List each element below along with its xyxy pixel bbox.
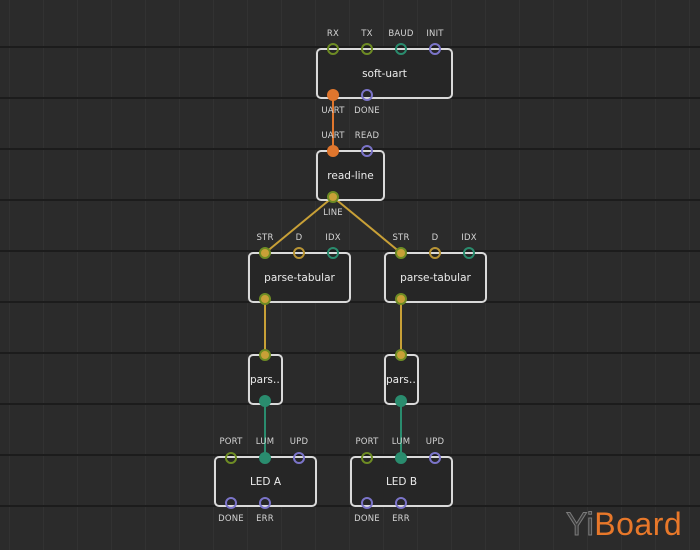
node-label: parse-tabular — [400, 271, 471, 284]
pin-label-str: STR — [392, 233, 410, 243]
pin-baud[interactable] — [395, 43, 407, 55]
link-line-to-parse-tabular-a[interactable] — [264, 196, 334, 254]
pin-rx[interactable] — [327, 43, 339, 55]
pin-label-d: D — [295, 233, 303, 243]
link-line-to-parse-tabular-b[interactable] — [332, 196, 402, 254]
node-label: soft-uart — [362, 67, 407, 80]
pin-done-out[interactable] — [361, 89, 373, 101]
pin-label-rx: RX — [326, 29, 340, 39]
node-read-line[interactable]: read-line — [316, 150, 385, 201]
pin-read[interactable] — [361, 145, 373, 157]
pin-line-out[interactable] — [327, 191, 339, 203]
pin-out[interactable] — [395, 293, 407, 305]
pin-label-err: ERR — [256, 514, 274, 524]
pin-label-err: ERR — [392, 514, 410, 524]
pin-done[interactable] — [225, 497, 237, 509]
pin-label-upd: UPD — [289, 437, 309, 447]
pin-label-tx: TX — [361, 29, 373, 39]
pin-label-port: PORT — [355, 437, 379, 447]
pin-init[interactable] — [429, 43, 441, 55]
pin-lum[interactable] — [259, 452, 271, 464]
pin-str[interactable] — [395, 247, 407, 259]
pin-label-str: STR — [256, 233, 274, 243]
pin-uart-out[interactable] — [327, 89, 339, 101]
node-label: pars… — [386, 373, 417, 386]
pin-label-idx: IDX — [325, 233, 341, 243]
logo-part-board: Board — [594, 506, 683, 542]
pin-label-done: DONE — [218, 514, 244, 524]
yiboard-logo: YiBoard — [565, 504, 683, 544]
pin-idx[interactable] — [463, 247, 475, 259]
pin-label-lum: LUM — [255, 437, 275, 447]
pin-err[interactable] — [259, 497, 271, 509]
logo-part-yi: Yi — [565, 506, 595, 543]
pin-label-baud: BAUD — [388, 29, 414, 39]
node-label: parse-tabular — [264, 271, 335, 284]
node-label: read-line — [327, 169, 374, 182]
pin-label-idx: IDX — [461, 233, 477, 243]
pin-label-done: DONE — [354, 514, 380, 524]
pin-uart-in[interactable] — [327, 145, 339, 157]
pin-upd[interactable] — [293, 452, 305, 464]
pin-label-init: INIT — [426, 29, 444, 39]
pin-label-upd: UPD — [425, 437, 445, 447]
node-label: pars… — [250, 373, 281, 386]
pin-port[interactable] — [361, 452, 373, 464]
pin-done[interactable] — [361, 497, 373, 509]
pin-idx[interactable] — [327, 247, 339, 259]
pin-label-line: LINE — [323, 208, 343, 218]
pin-label-port: PORT — [219, 437, 243, 447]
pin-label-uart-in: UART — [321, 131, 345, 141]
pin-label-d: D — [431, 233, 439, 243]
pin-str[interactable] — [259, 247, 271, 259]
pin-port[interactable] — [225, 452, 237, 464]
pin-lum[interactable] — [395, 452, 407, 464]
pin-in[interactable] — [395, 349, 407, 361]
pin-tx[interactable] — [361, 43, 373, 55]
pin-d[interactable] — [293, 247, 305, 259]
pin-label-done-out: DONE — [354, 106, 380, 116]
pin-out[interactable] — [259, 395, 271, 407]
pin-out[interactable] — [395, 395, 407, 407]
pin-d[interactable] — [429, 247, 441, 259]
pin-label-read: READ — [354, 131, 380, 141]
node-label: LED B — [385, 475, 418, 488]
pin-label-uart-out: UART — [321, 106, 345, 116]
pin-upd[interactable] — [429, 452, 441, 464]
pin-in[interactable] — [259, 349, 271, 361]
pin-out[interactable] — [259, 293, 271, 305]
node-label: LED A — [249, 475, 282, 488]
patch-canvas[interactable]: soft-uart RX TX BAUD INIT UART DONE read… — [0, 0, 700, 550]
pin-err[interactable] — [395, 497, 407, 509]
pin-label-lum: LUM — [391, 437, 411, 447]
